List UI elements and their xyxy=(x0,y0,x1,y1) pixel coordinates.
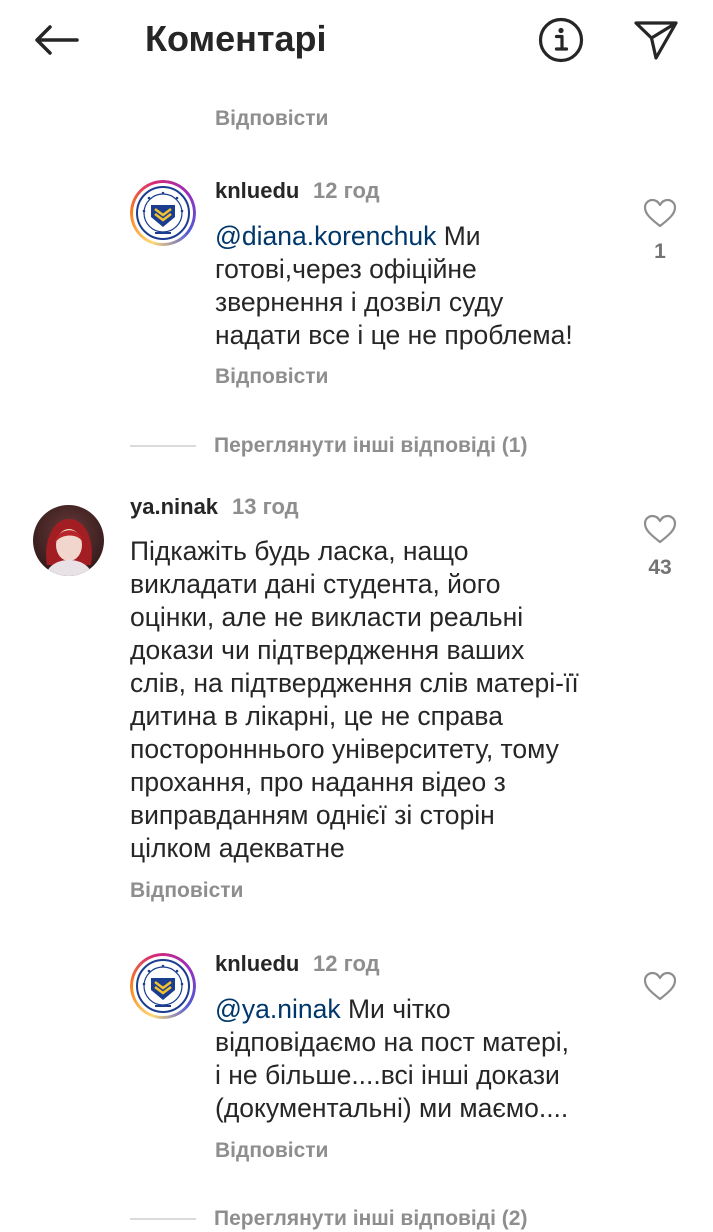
like-button[interactable] xyxy=(640,511,680,547)
back-button[interactable] xyxy=(28,14,84,66)
comment-text: @diana.korenchuk Ми готові,через офіційн… xyxy=(215,220,635,352)
story-ring xyxy=(130,953,196,1019)
comment-text: @ya.ninak Ми чітко відповідаємо на пост … xyxy=(215,993,635,1125)
view-more-replies-button[interactable]: Переглянути інші відповіді (1) xyxy=(130,433,527,459)
top-bar: Коментарі xyxy=(0,0,713,80)
comment-time: 12 год xyxy=(313,178,380,203)
reply-button[interactable]: Відповісти xyxy=(215,364,328,390)
user-photo-avatar xyxy=(33,505,104,576)
view-more-replies-label: Переглянути інші відповіді (2) xyxy=(214,1207,528,1230)
info-icon xyxy=(538,17,584,63)
comment-text: Підкажіть будь ласка, нащо викладати дан… xyxy=(130,536,579,863)
reply-button[interactable]: Відповісти xyxy=(215,106,328,132)
mention-link[interactable]: @diana.korenchuk xyxy=(215,221,436,251)
story-ring xyxy=(130,180,196,246)
like-count: 43 xyxy=(648,556,672,579)
reply-button[interactable]: Відповісти xyxy=(130,878,243,904)
share-button[interactable] xyxy=(628,12,684,68)
info-button[interactable] xyxy=(533,12,589,68)
heart-icon xyxy=(643,514,677,544)
avatar[interactable] xyxy=(130,953,196,1019)
university-logo-avatar xyxy=(133,956,193,1016)
comment-username[interactable]: knluedu xyxy=(215,177,299,205)
mention-link[interactable]: @ya.ninak xyxy=(215,994,341,1024)
send-icon xyxy=(634,21,678,60)
comment-username[interactable]: knluedu xyxy=(215,950,299,978)
avatar[interactable] xyxy=(130,180,196,246)
divider-line xyxy=(130,445,196,447)
comment-time: 13 год xyxy=(232,494,299,519)
university-seal-icon xyxy=(136,959,190,1013)
university-logo-avatar xyxy=(133,183,193,243)
reply-button[interactable]: Відповісти xyxy=(215,1138,328,1164)
heart-icon xyxy=(643,971,677,1001)
avatar[interactable] xyxy=(33,505,104,576)
comment-time: 12 год xyxy=(313,951,380,976)
divider-line xyxy=(130,1218,196,1220)
like-button[interactable] xyxy=(640,968,680,1004)
university-seal-icon xyxy=(136,186,190,240)
view-more-replies-button[interactable]: Переглянути інші відповіді (2) xyxy=(130,1206,527,1232)
heart-icon xyxy=(643,198,677,228)
page-title: Коментарі xyxy=(145,18,327,59)
arrow-left-icon xyxy=(35,25,79,55)
like-button[interactable] xyxy=(640,195,680,231)
comment-username[interactable]: ya.ninak xyxy=(130,493,218,521)
like-count: 1 xyxy=(654,240,666,263)
view-more-replies-label: Переглянути інші відповіді (1) xyxy=(214,434,528,457)
